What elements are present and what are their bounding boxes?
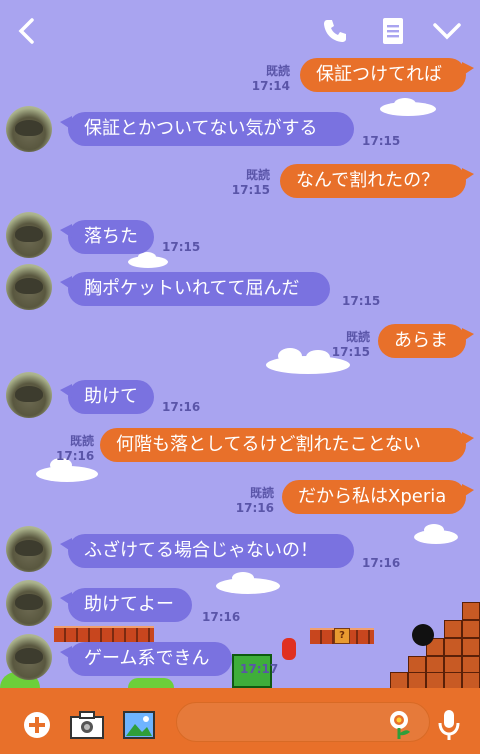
notes-icon: [383, 18, 403, 44]
notes-button[interactable]: [376, 14, 410, 48]
add-button[interactable]: [20, 708, 54, 742]
incoming-message-bubble[interactable]: 落ちた: [60, 220, 154, 254]
chevron-down-icon: [433, 23, 461, 40]
sticker-button[interactable]: [382, 708, 416, 742]
avatar[interactable]: [6, 106, 52, 152]
call-button[interactable]: [318, 14, 352, 48]
camera-icon: [70, 711, 104, 739]
image-icon: [123, 711, 155, 739]
incoming-message-bubble[interactable]: 助けてよー: [60, 588, 192, 622]
incoming-message-bubble[interactable]: ふざけてる場合じゃないの！: [60, 534, 354, 568]
incoming-message-bubble[interactable]: ゲーム系できん: [60, 642, 232, 676]
chevron-left-icon: [18, 18, 34, 44]
back-button[interactable]: [10, 14, 44, 48]
message-meta: 既読 17:16: [224, 486, 274, 516]
read-receipt: 既読: [345, 330, 370, 344]
message-time: 17:16: [56, 449, 95, 463]
message-time: 17:15: [331, 345, 370, 359]
message-time: 17:15: [162, 240, 201, 254]
outgoing-message-bubble[interactable]: 保証つけてれば: [300, 58, 474, 92]
incoming-message-bubble[interactable]: 胸ポケットいれてて屈んだ: [60, 272, 330, 306]
read-receipt: 既読: [265, 64, 290, 78]
question-block: ?: [334, 628, 350, 644]
message-meta: 既読 17:14: [236, 64, 290, 94]
message-time: 17:16: [235, 501, 274, 515]
message-time: 17:16: [162, 400, 201, 414]
sticker-flower-icon: [390, 711, 410, 739]
message-time: 17:15: [342, 294, 381, 308]
chat-screen: ? 既読 17:14 保証つけてれば 保証とかついてない気がする 17:15 既読…: [0, 0, 480, 754]
plus-icon: [24, 712, 50, 738]
message-meta: 既読 17:16: [56, 434, 94, 464]
bullet-bill: [412, 624, 434, 646]
read-receipt: 既読: [69, 434, 94, 448]
message-meta: 既読 17:15: [320, 330, 370, 360]
phone-icon: [324, 20, 346, 42]
camera-button[interactable]: [70, 708, 104, 742]
avatar[interactable]: [6, 372, 52, 418]
outgoing-message-bubble[interactable]: あらま: [378, 324, 474, 358]
cloud: [216, 572, 280, 594]
outgoing-message-bubble[interactable]: なんで割れたの？: [280, 164, 474, 198]
outgoing-message-bubble[interactable]: だから私はXperia: [282, 480, 474, 514]
avatar[interactable]: [6, 580, 52, 626]
input-bar: [0, 688, 480, 754]
incoming-message-bubble[interactable]: 助けて: [60, 380, 154, 414]
message-meta: 既読 17:15: [220, 168, 270, 198]
microphone-button[interactable]: [432, 708, 466, 742]
message-time: 17:15: [362, 134, 401, 148]
message-time: 17:17: [240, 662, 279, 676]
microphone-icon: [438, 710, 460, 740]
bush: [128, 678, 174, 688]
message-time: 17:15: [231, 183, 270, 197]
incoming-message-bubble[interactable]: 保証とかついてない気がする: [60, 112, 354, 146]
message-time: 17:14: [251, 79, 290, 93]
read-receipt: 既読: [249, 486, 274, 500]
cloud: [414, 524, 458, 544]
outgoing-message-bubble[interactable]: 何階も落としてるけど割れたことない: [100, 428, 474, 462]
koopa-enemy: [282, 638, 296, 660]
read-receipt: 既読: [245, 168, 270, 182]
message-time: 17:16: [362, 556, 401, 570]
cloud: [380, 98, 436, 116]
avatar[interactable]: [6, 634, 52, 680]
avatar[interactable]: [6, 264, 52, 310]
avatar[interactable]: [6, 212, 52, 258]
avatar[interactable]: [6, 526, 52, 572]
chat-header: [0, 0, 480, 62]
image-button[interactable]: [122, 708, 156, 742]
brick-row: [54, 626, 154, 642]
menu-button[interactable]: [430, 14, 464, 48]
message-time: 17:16: [202, 610, 241, 624]
